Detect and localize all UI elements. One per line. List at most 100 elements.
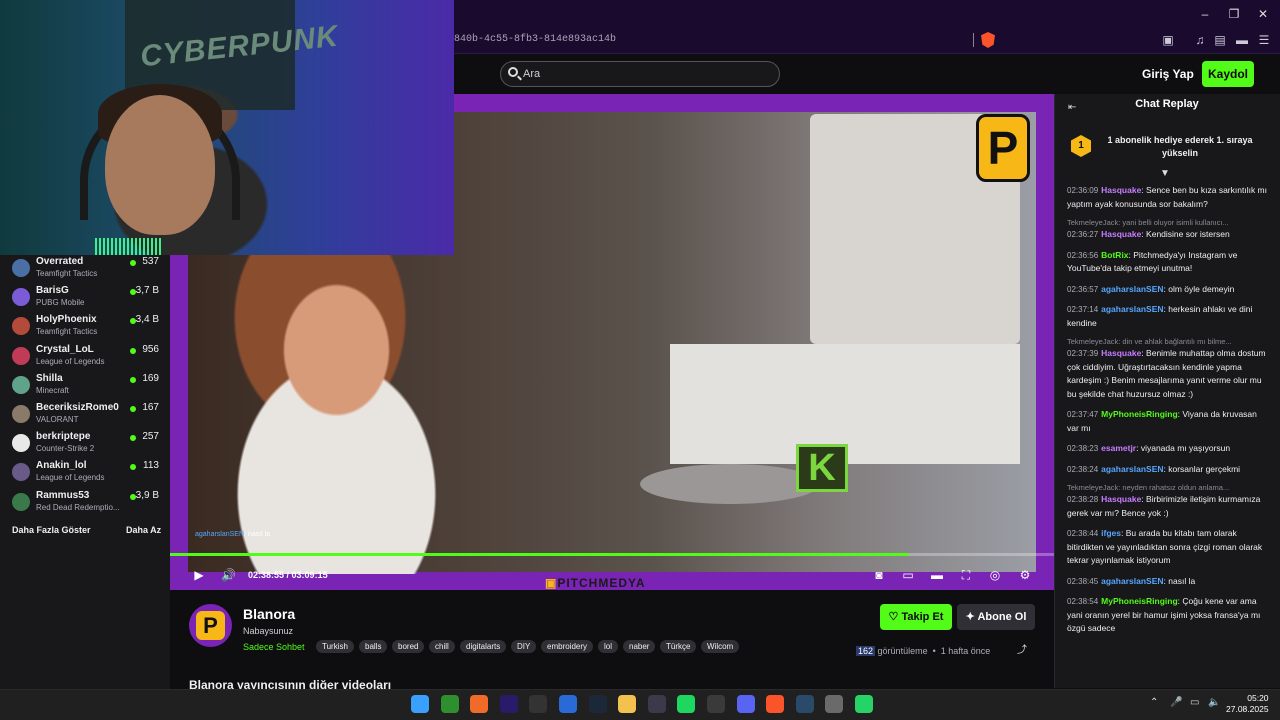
chat-title: Chat Replay	[1135, 98, 1199, 110]
reply-preview[interactable]: TekmeleyeJack: yani belli oluyor isimli …	[1067, 218, 1270, 227]
subscribe-button[interactable]: ✦ Abone Ol	[957, 604, 1035, 630]
chat-username[interactable]: agaharslanSEN	[1101, 464, 1163, 474]
sidebar-channel[interactable]: Shilla Minecraft 169	[0, 372, 170, 401]
media-icon[interactable]: ♫	[1192, 32, 1208, 48]
live-dot-icon	[130, 435, 136, 442]
share-icon[interactable]: ⤴	[1016, 645, 1028, 657]
show-less-button[interactable]: Daha Az	[126, 525, 161, 535]
origin-icon[interactable]	[470, 695, 489, 713]
chat-message: 02:36:09 Hasquake: Sence ben bu kıza sark…	[1067, 185, 1267, 209]
address-url[interactable]: 840b-4c55-8fb3-814e893ac14b	[454, 34, 616, 45]
chat-username[interactable]: BotRix	[1101, 250, 1128, 260]
windows-start-icon[interactable]	[411, 695, 429, 713]
whatsapp-icon[interactable]	[855, 695, 873, 713]
file-explorer-icon[interactable]	[618, 695, 637, 713]
sidebar-channel[interactable]: HolyPhoenix Teamfight Tactics 3,4 B	[0, 313, 170, 342]
discord-icon[interactable]	[736, 695, 755, 713]
chat-username[interactable]: Hasquake	[1101, 185, 1141, 195]
maximize-icon[interactable]: ❐	[1225, 6, 1243, 22]
timestamp: 02:38:44	[1067, 529, 1099, 538]
tag-chip[interactable]: naber	[623, 640, 656, 653]
chat-username[interactable]: agaharslanSEN	[1101, 576, 1163, 586]
chat-username[interactable]: ifges	[1101, 528, 1121, 538]
chat-username[interactable]: agaharslanSEN	[1101, 304, 1163, 314]
progress-fill	[170, 553, 910, 556]
tag-chip[interactable]: balls	[359, 640, 388, 653]
avatar	[12, 346, 30, 365]
chat-username[interactable]: agaharslanSEN	[1101, 284, 1163, 294]
miniplayer-icon[interactable]: ▭	[901, 568, 915, 582]
chat-message: 02:36:57 agaharslanSEN: olm öyle demeyin	[1067, 283, 1235, 294]
reply-preview[interactable]: TekmeleyeJack: din ve ahlak bağlantılı m…	[1067, 337, 1270, 346]
tray-chevron-icon[interactable]: ⌃	[1150, 697, 1158, 708]
tab-search-icon[interactable]: ▣	[1160, 32, 1176, 48]
taskbar-clock[interactable]: 05:20 27.08.2025	[1226, 693, 1269, 715]
viewer-count: 169	[142, 372, 159, 384]
login-button[interactable]: Giriş Yap	[1142, 67, 1194, 81]
tag-chip[interactable]: bored	[392, 640, 425, 653]
settings-icon[interactable]: ⚙	[1018, 568, 1032, 582]
audio-visualizer	[95, 238, 163, 255]
steam-icon[interactable]	[588, 695, 607, 713]
chat-username[interactable]: Hasquake	[1101, 229, 1141, 239]
github-icon[interactable]	[707, 695, 725, 713]
brave-icon[interactable]	[766, 695, 785, 713]
tag-chip[interactable]: chill	[429, 640, 455, 653]
play-icon[interactable]: ▶	[192, 568, 206, 582]
chat-username[interactable]: Hasquake	[1101, 494, 1141, 504]
volume-icon[interactable]: 🔊	[221, 568, 236, 582]
channel-name[interactable]: Blanora	[243, 606, 295, 622]
theater-icon[interactable]: ▬	[930, 568, 944, 582]
sidebar-channel[interactable]: Rammus53 Red Dead Redemptio... 3,9 B	[0, 489, 170, 518]
reply-preview[interactable]: TekmeleyeJack: neyden rahatsız oldun anl…	[1067, 483, 1270, 492]
chat-username[interactable]: Hasquake	[1101, 348, 1141, 358]
tag-chip[interactable]: Türkçe	[660, 640, 697, 653]
tag-chip[interactable]: DIY	[511, 640, 537, 653]
tag-chip[interactable]: lol	[598, 640, 619, 653]
overlay-chat-text: : nasıl la	[244, 531, 271, 538]
chevron-down-icon[interactable]: ▼	[1160, 168, 1170, 179]
xbox-icon[interactable]	[440, 695, 459, 713]
speaker-icon[interactable]: 🔈	[1208, 697, 1220, 708]
tag-chip[interactable]: embroidery	[541, 640, 594, 653]
sidebar-channel[interactable]: Overrated Teamfight Tactics 537	[0, 255, 170, 284]
chat-username[interactable]: MyPhoneisRinging	[1101, 409, 1178, 419]
microphone-icon[interactable]: 🎤	[1170, 697, 1182, 708]
network-icon[interactable]: ▭	[1190, 697, 1199, 708]
sidebar-channel[interactable]: Anakin_lol League of Legends 113	[0, 459, 170, 488]
tag-chip[interactable]: Turkish	[316, 640, 354, 653]
sidebar-channel[interactable]: BarisG PUBG Mobile 3,7 B	[0, 284, 170, 313]
remote-desktop-icon[interactable]	[559, 695, 577, 713]
wallet-icon[interactable]: ▬	[1234, 32, 1250, 48]
avatar	[12, 405, 30, 423]
sidebar-toggle-icon[interactable]: ▤	[1212, 32, 1228, 48]
clip-icon[interactable]: ◙	[872, 568, 886, 582]
menu-icon[interactable]: ☰	[1256, 32, 1272, 48]
tag-chip[interactable]: Wilcom	[701, 640, 740, 653]
sidebar-channel[interactable]: Crystal_LoL League of Legends 956	[0, 343, 170, 372]
avatar	[12, 259, 30, 277]
current-time: 02:38:55	[248, 570, 285, 580]
fullscreen-icon[interactable]: ⛶	[959, 568, 973, 582]
speed-icon[interactable]: ◎	[988, 568, 1002, 582]
close-icon[interactable]: ✕	[1254, 6, 1272, 22]
k-sign: K	[796, 444, 848, 492]
follow-button[interactable]: ♡ Takip Et	[880, 604, 952, 630]
signup-button[interactable]: Kaydol	[1202, 61, 1254, 87]
chat-username[interactable]: MyPhoneisRinging	[1101, 596, 1178, 606]
chat-username[interactable]: esametjr	[1101, 443, 1136, 453]
sidebar-channel[interactable]: BeceriksizRome0 VALORANT 167	[0, 401, 170, 430]
search-input[interactable]	[500, 61, 780, 87]
minimize-icon[interactable]: –	[1196, 6, 1214, 22]
spotify-icon[interactable]	[677, 695, 696, 713]
show-more-button[interactable]: Daha Fazla Göster	[12, 525, 91, 535]
viewer-count: 3,7 B	[135, 285, 159, 297]
chat-message: 02:38:23 esametjr: viyanada mı yaşıyorsun	[1067, 443, 1231, 453]
tag-chip[interactable]: digitalarts	[460, 640, 507, 653]
obs-icon[interactable]	[647, 695, 666, 713]
sidebar-channel[interactable]: berkriptepe Counter-Strike 2 257	[0, 430, 170, 459]
epic-games-icon[interactable]	[529, 695, 548, 713]
settings-icon[interactable]	[825, 695, 844, 713]
premiere-icon[interactable]	[499, 695, 518, 713]
steam-alt-icon[interactable]	[795, 695, 814, 713]
